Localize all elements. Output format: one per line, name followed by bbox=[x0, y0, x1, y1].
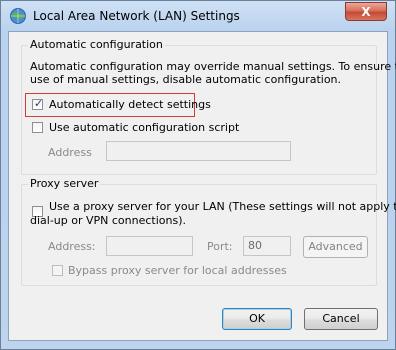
advanced-button[interactable]: Advanced bbox=[303, 236, 368, 258]
cancel-button[interactable]: Cancel bbox=[304, 308, 378, 330]
proxy-address-input[interactable] bbox=[106, 236, 193, 256]
dialog-body: Automatic configuration Automatic config… bbox=[8, 31, 396, 341]
proxy-server-group: Proxy server Use a proxy server for your… bbox=[21, 177, 396, 286]
automatic-configuration-group: Automatic configuration Automatic config… bbox=[21, 38, 396, 175]
proxy-port-input[interactable]: 80 bbox=[243, 236, 291, 256]
automatic-configuration-title: Automatic configuration bbox=[28, 38, 165, 51]
detect-settings-checkbox[interactable]: ✓ bbox=[32, 97, 44, 110]
use-configuration-script-label[interactable]: Use automatic configuration script bbox=[49, 121, 239, 134]
use-proxy-label-line1[interactable]: Use a proxy server for your LAN (These s… bbox=[49, 200, 396, 213]
close-button[interactable]: X bbox=[345, 2, 387, 21]
close-icon: X bbox=[361, 5, 371, 19]
proxy-address-label: Address: bbox=[48, 240, 96, 253]
script-address-input[interactable] bbox=[106, 141, 291, 161]
proxy-server-title: Proxy server bbox=[28, 177, 101, 190]
automatic-configuration-description-line1: Automatic configuration may override man… bbox=[30, 60, 396, 73]
use-proxy-label-line2[interactable]: dial-up or VPN connections). bbox=[30, 214, 186, 227]
title-bar[interactable]: Local Area Network (LAN) Settings X bbox=[1, 1, 395, 31]
network-globe-icon bbox=[10, 8, 26, 24]
bypass-local-label[interactable]: Bypass proxy server for local addresses bbox=[68, 264, 287, 277]
window-title: Local Area Network (LAN) Settings bbox=[33, 9, 240, 23]
bypass-local-checkbox[interactable] bbox=[52, 265, 63, 276]
checkmark-icon: ✓ bbox=[34, 97, 44, 110]
ok-button[interactable]: OK bbox=[222, 308, 292, 330]
script-address-label: Address bbox=[48, 146, 92, 159]
use-configuration-script-checkbox[interactable] bbox=[32, 122, 43, 133]
detect-settings-label[interactable]: Automatically detect settings bbox=[49, 98, 211, 111]
automatic-configuration-description-line2: use of manual settings, disable automati… bbox=[30, 73, 342, 86]
lan-settings-dialog: Local Area Network (LAN) Settings X Auto… bbox=[0, 0, 396, 350]
proxy-port-label: Port: bbox=[207, 240, 233, 253]
